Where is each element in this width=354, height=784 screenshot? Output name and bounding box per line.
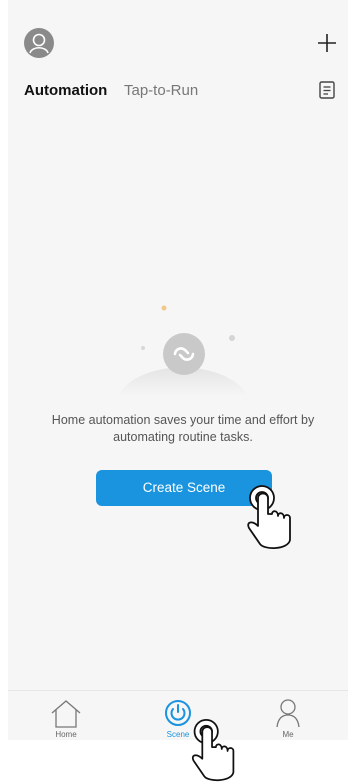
avatar[interactable] xyxy=(24,28,54,58)
tab-tap-to-run[interactable]: Tap-to-Run xyxy=(124,82,198,100)
pointer-hand-icon xyxy=(191,719,235,781)
pointer-hand-icon xyxy=(247,485,291,549)
log-icon[interactable] xyxy=(319,81,335,99)
top-bar: Automation Tap-to-Run xyxy=(8,0,348,110)
nav-item-me[interactable]: Me xyxy=(248,691,328,740)
scene-illustration xyxy=(118,305,248,396)
empty-state-description: Home automation saves your time and effo… xyxy=(51,413,315,444)
nav-label-home: Home xyxy=(55,730,77,739)
nav-label-me: Me xyxy=(282,730,294,739)
user-icon xyxy=(276,699,300,728)
tab-automation[interactable]: Automation xyxy=(24,82,107,100)
bottom-nav: Home Scene Me xyxy=(8,690,348,740)
user-icon xyxy=(29,33,49,54)
house-icon xyxy=(51,700,81,728)
app-screen: Automation Tap-to-Run Home automation sa… xyxy=(8,0,348,740)
add-icon[interactable] xyxy=(314,30,340,56)
nav-item-home[interactable]: Home xyxy=(26,691,106,740)
